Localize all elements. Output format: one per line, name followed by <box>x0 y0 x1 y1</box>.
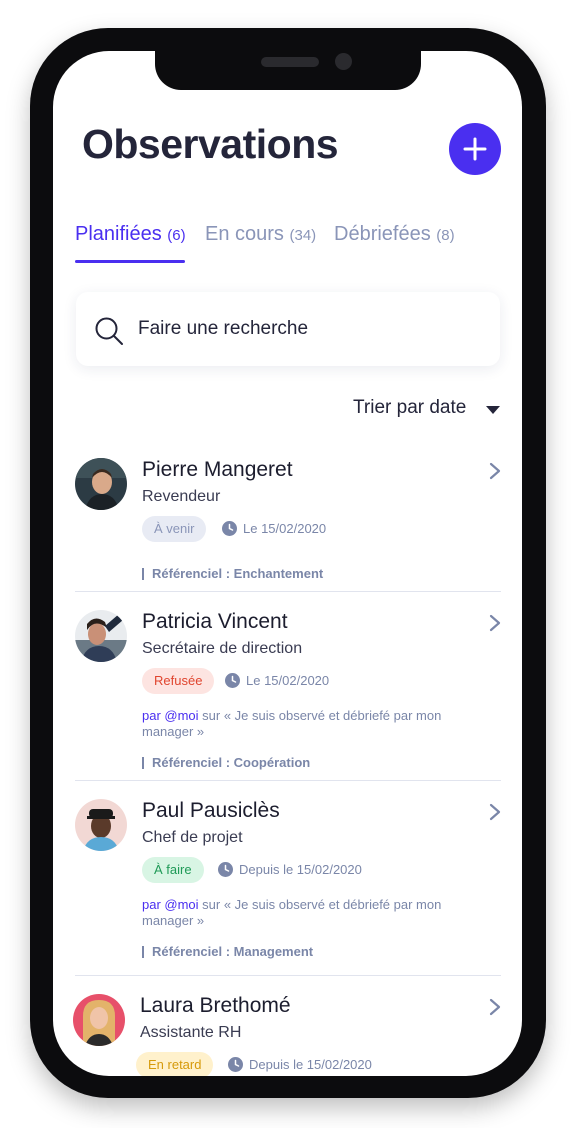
observation-card[interactable]: Laura Brethomé Assistante RH En retard D… <box>73 994 501 1076</box>
avatar <box>75 799 127 851</box>
observation-date: Depuis le 15/02/2020 <box>228 1057 372 1072</box>
tab-planifiees[interactable]: Planifiées (6) <box>75 223 186 246</box>
observation-name: Laura Brethomé <box>140 994 291 1017</box>
search-input[interactable]: Faire une recherche <box>138 318 458 340</box>
plus-icon <box>463 137 487 161</box>
date-text: Le 15/02/2020 <box>246 673 330 688</box>
card-divider <box>75 975 501 976</box>
sort-dropdown[interactable]: Trier par date <box>353 397 466 419</box>
tab-debriefees[interactable]: Débriefées (8) <box>334 223 455 246</box>
observation-role: Chef de projet <box>142 829 243 846</box>
clock-icon <box>225 673 240 688</box>
date-text: Le 15/02/2020 <box>243 521 327 536</box>
observation-name: Paul Pausiclès <box>142 799 280 822</box>
observation-card[interactable]: Pierre Mangeret Revendeur À venir Le 15/… <box>75 458 501 588</box>
observation-role: Revendeur <box>142 488 221 505</box>
search-icon <box>95 317 123 345</box>
observation-name: Patricia Vincent <box>142 610 288 633</box>
clock-icon <box>218 862 233 877</box>
observation-date: Le 15/02/2020 <box>222 521 326 536</box>
tab-count: (8) <box>436 227 455 244</box>
tab-label: Planifiées <box>75 223 162 245</box>
tab-bar: Planifiées (6) En cours (34) Débriefées … <box>75 223 505 265</box>
avatar <box>75 458 127 510</box>
tab-label: En cours <box>205 223 284 245</box>
avatar <box>73 994 125 1046</box>
referentiel-label: Référenciel : Management <box>142 945 313 958</box>
status-badge: Refusée <box>142 668 215 694</box>
search-box[interactable]: Faire une recherche <box>76 292 500 366</box>
add-observation-button[interactable] <box>449 123 501 175</box>
tab-label: Débriefées <box>334 223 431 245</box>
card-divider <box>75 780 501 781</box>
observation-note: par @moi sur « Je suis observé et débrie… <box>142 708 472 740</box>
avatar <box>75 610 127 662</box>
author-mention[interactable]: par @moi <box>142 897 199 912</box>
app-screen: Observations Planifiées (6) En cours (34… <box>53 51 522 1076</box>
status-badge: En retard <box>136 1052 214 1076</box>
observation-card[interactable]: Paul Pausiclès Chef de projet À faire De… <box>75 799 501 974</box>
status-badge: À venir <box>142 516 207 542</box>
tab-count: (34) <box>289 227 317 244</box>
observation-role: Secrétaire de direction <box>142 640 303 657</box>
clock-icon <box>228 1057 243 1072</box>
phone-notch <box>155 51 421 90</box>
observation-date: Le 15/02/2020 <box>225 673 329 688</box>
speaker-grille <box>261 57 319 67</box>
status-badge: À faire <box>142 857 204 883</box>
tab-en-cours[interactable]: En cours (34) <box>205 223 316 246</box>
caret-down-icon[interactable] <box>486 406 500 414</box>
observation-role: Assistante RH <box>140 1024 242 1041</box>
chevron-right-icon[interactable] <box>489 998 501 1016</box>
author-mention[interactable]: par @moi <box>142 708 199 723</box>
chevron-right-icon[interactable] <box>489 614 501 632</box>
card-divider <box>75 591 501 592</box>
referentiel-label: Référenciel : Enchantement <box>142 567 323 580</box>
clock-icon <box>222 521 237 536</box>
chevron-right-icon[interactable] <box>489 803 501 821</box>
tab-count: (6) <box>167 227 186 244</box>
referentiel-label: Référenciel : Coopération <box>142 756 310 769</box>
date-text: Depuis le 15/02/2020 <box>239 862 362 877</box>
active-tab-indicator <box>75 260 185 263</box>
observation-note: par @moi sur « Je suis observé et débrie… <box>142 897 472 929</box>
observation-card[interactable]: Patricia Vincent Secrétaire de direction… <box>75 610 501 780</box>
observation-name: Pierre Mangeret <box>142 458 293 481</box>
page-title: Observations <box>82 121 339 167</box>
date-text: Depuis le 15/02/2020 <box>249 1057 372 1072</box>
observation-date: Depuis le 15/02/2020 <box>218 862 362 877</box>
chevron-right-icon[interactable] <box>489 462 501 480</box>
front-camera <box>335 53 352 70</box>
